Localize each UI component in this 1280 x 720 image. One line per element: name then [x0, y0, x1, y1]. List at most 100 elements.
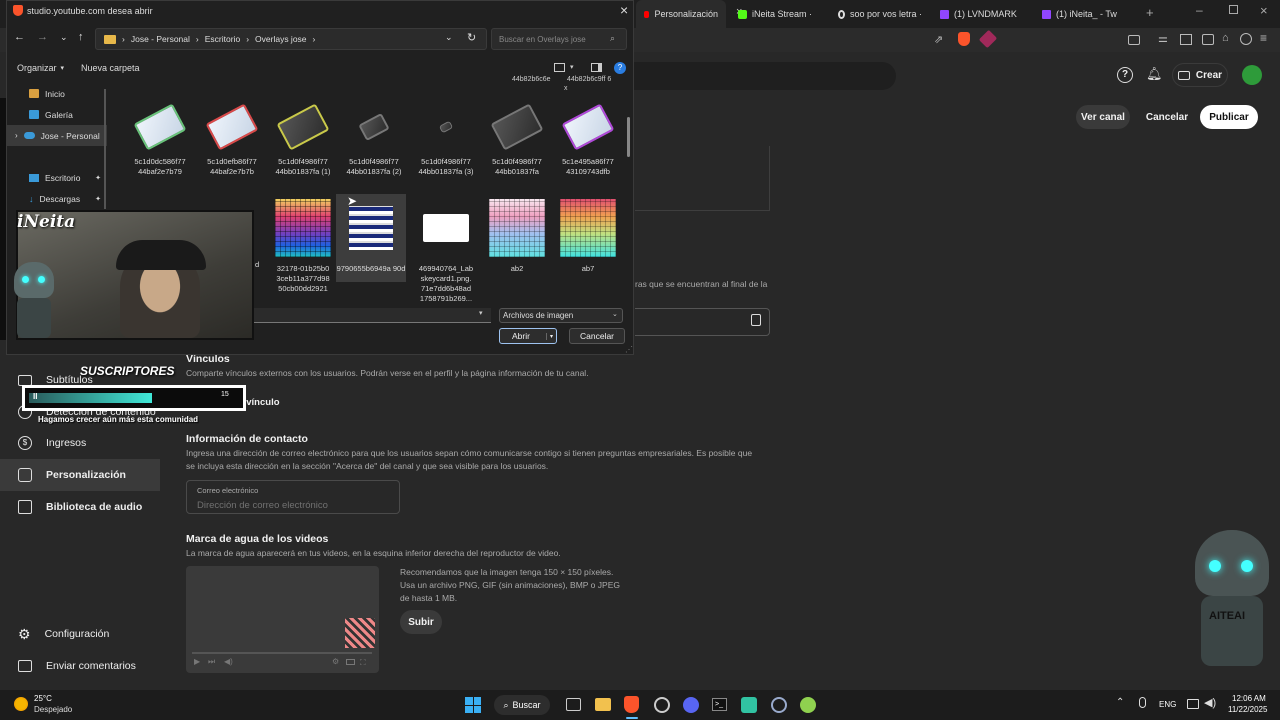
nav-item-home[interactable]: Inicio — [7, 83, 107, 104]
file-item[interactable]: 5c1d0dc586f77 44baf2e7b79 — [125, 101, 195, 177]
file-item[interactable]: ab7 — [553, 196, 623, 274]
nav-item-downloads[interactable]: ↓ Descargas ✦ — [7, 188, 107, 209]
file-item[interactable]: 469940764_Lab skeycard1.png. 71e7dd6b48a… — [411, 196, 481, 304]
breadcrumb-item[interactable]: Escritorio — [205, 34, 240, 44]
file-name[interactable]: d — [255, 260, 259, 269]
search-input[interactable]: Buscar en Overlays jose ⌕ — [491, 28, 627, 50]
tab-kick[interactable]: iNeita Stream · — [730, 0, 830, 28]
close-icon[interactable]: × — [620, 2, 628, 18]
file-item[interactable]: ab2 — [482, 196, 552, 274]
file-item[interactable]: 5c1d0efb86f77 44baf2e7b7b — [197, 101, 267, 177]
sidebar-item-settings[interactable]: ⚙ Configuración — [0, 618, 109, 650]
share-icon[interactable]: ⇗ — [934, 33, 943, 46]
task-view-icon[interactable] — [566, 698, 581, 711]
obs-icon[interactable] — [654, 697, 670, 713]
forward-icon[interactable]: → — [37, 31, 48, 43]
cancel-button[interactable]: Cancelar — [1138, 105, 1196, 129]
vpn-icon[interactable] — [1240, 33, 1252, 45]
chevron-down-icon[interactable]: ⌄ — [60, 32, 68, 43]
discord-icon[interactable] — [683, 697, 699, 713]
tray-chevron-icon[interactable]: ⌃ — [1116, 697, 1124, 708]
brave-shield-icon[interactable] — [958, 32, 970, 46]
app-green-icon[interactable] — [800, 697, 816, 713]
organize-menu[interactable]: Organizar ▾ — [17, 63, 64, 73]
nav-item-onedrive[interactable]: › Jose - Personal — [7, 125, 107, 146]
files-scrollbar[interactable] — [627, 117, 630, 157]
menu-icon[interactable]: ≡ — [1260, 31, 1267, 45]
help-icon[interactable]: ? — [614, 62, 626, 74]
file-type-select[interactable]: Archivos de imagen ⌄ — [499, 308, 623, 323]
email-field[interactable]: Correo electrónico Dirección de correo e… — [186, 480, 400, 514]
address-dropdown-icon[interactable]: ⌄ — [445, 32, 453, 43]
clock-time[interactable]: 12:06 AM — [1232, 694, 1266, 703]
tab-google[interactable]: soo por vos letra · — [830, 0, 930, 28]
language-indicator[interactable]: ENG — [1159, 700, 1176, 709]
volume-icon[interactable]: ◀) — [1204, 696, 1216, 709]
clock-date[interactable]: 11/22/2025 — [1228, 705, 1267, 714]
streamlabs-icon[interactable] — [741, 697, 757, 713]
sidebar-item-audio-library[interactable]: Biblioteca de audio — [0, 491, 142, 523]
create-button[interactable]: Crear — [1172, 63, 1228, 87]
copy-icon[interactable] — [751, 314, 761, 326]
maximize-icon[interactable] — [1229, 5, 1238, 14]
minimize-icon[interactable]: – — [1196, 3, 1203, 17]
sidebar-item-customization[interactable]: Personalización — [0, 459, 160, 491]
start-button[interactable] — [465, 697, 481, 713]
tab-twitch-1[interactable]: (1) LVNDMARK — [932, 0, 1032, 28]
sliders-icon[interactable]: ⚌ — [1158, 32, 1168, 45]
nav-item-desktop[interactable]: Escritorio ✦ — [7, 167, 107, 188]
preview-pane-icon[interactable] — [591, 63, 602, 72]
open-button[interactable]: Abrir ▾ — [499, 328, 557, 344]
refresh-icon[interactable]: ↻ — [467, 31, 476, 44]
weather-desc[interactable]: Despejado — [34, 705, 72, 714]
nav-scrollbar[interactable] — [104, 89, 106, 209]
wallet-icon[interactable] — [1202, 34, 1214, 45]
brave-taskbar-icon[interactable] — [624, 696, 639, 713]
weather-temp[interactable]: 25°C — [34, 694, 52, 703]
avatar[interactable] — [1242, 65, 1262, 85]
url-field[interactable] — [635, 308, 770, 336]
publish-button[interactable]: Publicar — [1200, 105, 1258, 129]
header-search-box[interactable] — [634, 62, 896, 90]
file-item[interactable]: 5c1d0f4986f77 44bb01837fa (3) — [411, 101, 481, 177]
monitor-icon[interactable] — [1187, 699, 1199, 709]
nav-item-gallery[interactable]: Galería — [7, 104, 107, 125]
sidebar-icon[interactable] — [1180, 34, 1192, 45]
bell-icon[interactable]: 🔔︎ — [1146, 66, 1163, 82]
chevron-down-icon[interactable]: ▾ — [570, 63, 574, 71]
filename-input[interactable]: ▾ — [253, 308, 491, 323]
view-channel-button[interactable]: Ver canal — [1076, 105, 1130, 129]
translate-icon[interactable]: ⌂ — [1222, 32, 1229, 44]
file-explorer-icon[interactable] — [595, 698, 611, 711]
screenshot-icon[interactable] — [1128, 35, 1140, 45]
app-icon[interactable] — [771, 697, 787, 713]
upload-button[interactable]: Subir — [400, 610, 442, 634]
brave-rewards-icon[interactable] — [978, 29, 998, 49]
watermark-hint-3: de hasta 1 MB. — [400, 593, 458, 603]
file-item[interactable]: 5c1d0f4986f77 44bb01837fa — [482, 101, 552, 177]
back-icon[interactable]: ← — [14, 31, 25, 43]
tab-personalizacion[interactable]: Personalización — [636, 0, 726, 28]
help-icon[interactable]: ? — [1117, 67, 1133, 83]
file-item[interactable]: 5c1d0f4986f77 44bb01837fa (1) — [268, 101, 338, 177]
taskbar-search[interactable]: ⌕ Buscar — [494, 695, 550, 715]
file-item[interactable]: 32178-01b25b0 3ceb11a377d98 50cb00dd2921 — [268, 196, 338, 294]
tab-twitch-2[interactable]: (1) iNeita_ - Tw — [1034, 0, 1134, 28]
terminal-icon[interactable]: >_ — [712, 698, 727, 711]
sidebar-item-earn[interactable]: $ Ingresos — [0, 427, 86, 459]
mic-icon[interactable] — [1139, 697, 1146, 708]
address-breadcrumb[interactable]: › Jose - Personal › Escritorio › Overlay… — [95, 28, 487, 50]
close-window-icon[interactable]: × — [1260, 3, 1268, 18]
view-mode-icon[interactable] — [554, 63, 565, 72]
dialog-cancel-button[interactable]: Cancelar — [569, 328, 625, 344]
breadcrumb-item[interactable]: Overlays jose — [255, 34, 307, 44]
file-item[interactable]: 5c1e495a86f77 43109743dfb — [553, 101, 623, 177]
file-item[interactable]: 5c1d0f4986f77 44bb01837fa (2) — [339, 101, 409, 177]
resize-grip-icon[interactable]: ⋰ — [625, 345, 633, 354]
up-icon[interactable]: ↑ — [78, 31, 84, 43]
breadcrumb-item[interactable]: Jose - Personal — [131, 34, 190, 44]
weather-icon[interactable] — [14, 697, 28, 711]
sidebar-item-feedback[interactable]: Enviar comentarios — [0, 650, 136, 682]
new-folder-button[interactable]: Nueva carpeta — [81, 63, 140, 73]
new-tab-icon[interactable]: + — [1146, 5, 1154, 20]
